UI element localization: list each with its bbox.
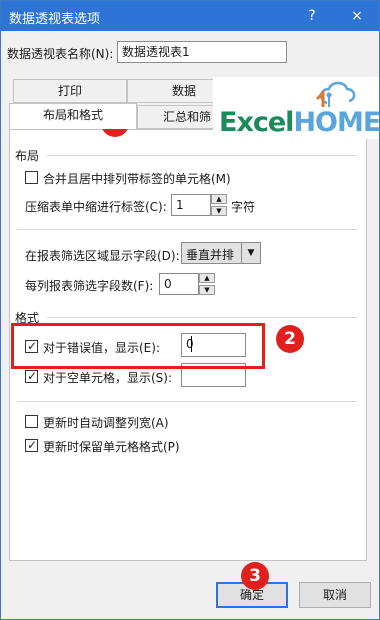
filter-area-value: 垂直并排	[186, 248, 235, 262]
pivot-options-dialog: 数据透视表选项 ? × 数据透视表名称(N): 数据透视表1 打印 数据 布局和…	[0, 0, 380, 620]
layout-separator	[17, 229, 357, 230]
merge-center-label: 合并且居中排列带标签的单元格(M)	[43, 172, 231, 186]
step-badge-2: 2	[276, 325, 304, 353]
filter-per-column-label: 每列报表筛选字段数(F):	[25, 279, 154, 293]
layout-heading: 布局	[15, 149, 40, 163]
autofit-checkbox[interactable]	[25, 415, 38, 428]
preserve-format-label: 更新时保留单元格格式(P)	[43, 440, 180, 454]
indent-unit: 字符	[231, 200, 256, 214]
filter-area-select[interactable]: 垂直并排 ▼	[181, 242, 261, 264]
spin-down-icon[interactable]: ▼	[211, 206, 227, 216]
layout-divider	[47, 155, 357, 156]
step-badge-3: 3	[241, 562, 269, 590]
highlight-box	[11, 323, 265, 369]
checkmark-icon: ✓	[27, 438, 38, 452]
format-divider	[47, 317, 357, 318]
indent-input[interactable]: 1	[171, 194, 211, 216]
pivot-name-input[interactable]: 数据透视表1	[117, 41, 287, 63]
spin-up-icon[interactable]: ▲	[199, 273, 215, 283]
filter-per-column-input[interactable]: 0	[159, 273, 199, 295]
indent-spinner[interactable]: ▲ ▼	[211, 194, 227, 216]
autofit-label: 更新时自动调整列宽(A)	[43, 416, 169, 430]
pivot-name-label: 数据透视表名称(N):	[7, 47, 114, 61]
filter-area-label: 在报表筛选区域显示字段(D):	[25, 249, 180, 263]
filter-per-column-spinner[interactable]: ▲ ▼	[199, 273, 215, 295]
tab-layout-format[interactable]: 布局和格式	[9, 103, 137, 129]
cancel-button[interactable]: 取消	[299, 582, 371, 608]
merge-center-checkbox[interactable]	[25, 171, 38, 184]
title-bar: 数据透视表选项 ? ×	[1, 1, 379, 31]
excelhome-logo: ExcelHOME	[213, 77, 380, 139]
logo-figure-icon	[315, 81, 356, 107]
checkmark-icon: ✓	[27, 369, 38, 383]
format-separator	[17, 401, 357, 402]
empty-cells-label: 对于空单元格，显示(S):	[43, 371, 173, 385]
help-button[interactable]: ?	[301, 5, 323, 27]
preserve-format-checkbox[interactable]: ✓	[25, 438, 38, 452]
empty-cells-checkbox[interactable]: ✓	[25, 369, 38, 383]
dialog-title: 数据透视表选项	[9, 12, 101, 27]
spin-up-icon[interactable]: ▲	[211, 194, 227, 204]
logo-text: ExcelHOME	[219, 107, 380, 138]
close-button[interactable]: ×	[346, 5, 368, 27]
spin-down-icon[interactable]: ▼	[199, 285, 215, 295]
chevron-down-icon[interactable]: ▼	[241, 243, 260, 263]
tab-print[interactable]: 打印	[13, 79, 127, 103]
indent-label: 压缩表单中缩进行标签(C):	[25, 200, 167, 214]
